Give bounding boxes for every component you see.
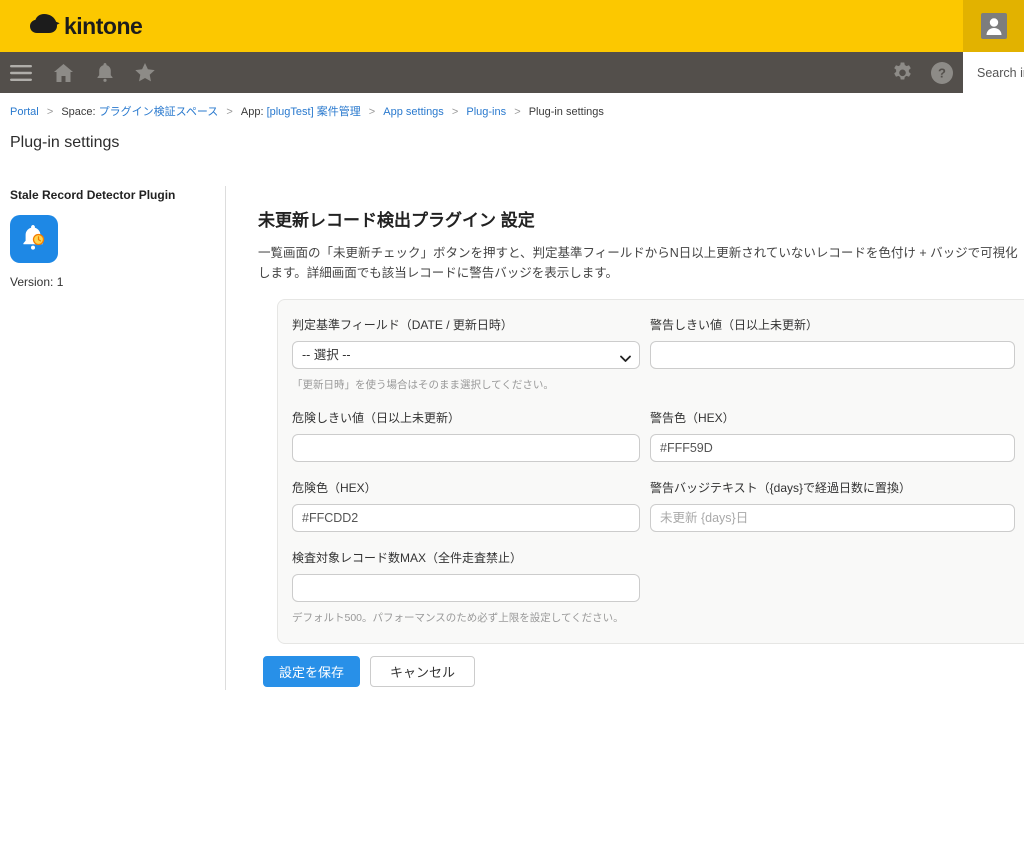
breadcrumb-space[interactable]: プラグイン検証スペース: [99, 106, 219, 118]
danger-color-label: 危険色（HEX）: [292, 479, 640, 496]
cancel-button[interactable]: キャンセル: [370, 656, 475, 687]
plugin-sidebar: Stale Record Detector Plugin Version: 1: [10, 188, 216, 289]
hamburger-menu-icon[interactable]: [8, 52, 34, 93]
plugin-name: Stale Record Detector Plugin: [10, 188, 216, 202]
breadcrumb-plugins[interactable]: Plug-ins: [466, 106, 506, 118]
plugin-settings-heading: 未更新レコード検出プラグイン 設定: [258, 206, 1024, 231]
kintone-logo[interactable]: kintone: [30, 11, 142, 42]
breadcrumb-portal[interactable]: Portal: [10, 106, 39, 118]
save-button[interactable]: 設定を保存: [263, 656, 360, 687]
form-actions: 設定を保存 キャンセル: [263, 656, 1024, 687]
judge-field-hint: 「更新日時」を使う場合はそのまま選択してください。: [292, 377, 640, 392]
plugin-settings-description: 一覧画面の「未更新チェック」ボタンを押すと、判定基準フィールドからN日以上更新さ…: [258, 243, 1024, 283]
help-icon[interactable]: ?: [929, 52, 955, 93]
max-records-input[interactable]: [292, 574, 640, 602]
favorites-star-icon[interactable]: [132, 52, 158, 93]
plugin-version: Version: 1: [10, 275, 216, 289]
search-input[interactable]: Search in: [963, 52, 1024, 93]
breadcrumb-app-settings[interactable]: App settings: [383, 106, 444, 118]
breadcrumb-separator: >: [47, 106, 53, 118]
plugin-settings-main: 未更新レコード検出プラグイン 設定 一覧画面の「未更新チェック」ボタンを押すと、…: [258, 206, 1024, 687]
kintone-wordmark: kintone: [64, 13, 142, 40]
max-records-hint: デフォルト500。パフォーマンスのため必ず上限を設定してください。: [292, 610, 640, 625]
breadcrumb-separator: >: [452, 106, 458, 118]
breadcrumb-separator: >: [226, 106, 232, 118]
field-danger-threshold: 危険しきい値（日以上未更新）: [292, 409, 640, 462]
field-badge-text: 警告バッジテキスト（{days}で経過日数に置換）: [650, 479, 1015, 532]
breadcrumb: Portal > Space: プラグイン検証スペース > App: [plug…: [10, 103, 604, 119]
plugin-bell-clock-icon: [10, 215, 58, 263]
warn-threshold-label: 警告しきい値（日以上未更新）: [650, 316, 1015, 333]
settings-gear-icon[interactable]: [889, 52, 915, 93]
breadcrumb-app-prefix: App:: [241, 106, 267, 118]
field-warn-threshold: 警告しきい値（日以上未更新）: [650, 316, 1015, 369]
warn-color-input[interactable]: [650, 434, 1015, 462]
sidebar-divider: [225, 186, 226, 690]
user-avatar-icon[interactable]: [981, 13, 1007, 39]
judge-field-select[interactable]: -- 選択 --: [292, 341, 640, 369]
breadcrumb-separator: >: [514, 106, 520, 118]
judge-field-label: 判定基準フィールド（DATE / 更新日時）: [292, 316, 640, 333]
account-menu[interactable]: [963, 0, 1024, 52]
danger-threshold-label: 危険しきい値（日以上未更新）: [292, 409, 640, 426]
global-nav-bar: ? Search in: [0, 52, 1024, 93]
danger-threshold-input[interactable]: [292, 434, 640, 462]
notifications-bell-icon[interactable]: [92, 52, 118, 93]
breadcrumb-current: Plug-in settings: [529, 106, 604, 118]
badge-text-label: 警告バッジテキスト（{days}で経過日数に置換）: [650, 479, 1015, 496]
warn-threshold-input[interactable]: [650, 341, 1015, 369]
danger-color-input[interactable]: [292, 504, 640, 532]
top-bar: kintone: [0, 0, 1024, 52]
breadcrumb-separator: >: [369, 106, 375, 118]
field-warn-color: 警告色（HEX）: [650, 409, 1015, 462]
warn-color-label: 警告色（HEX）: [650, 409, 1015, 426]
kintone-cloud-icon: [30, 11, 60, 42]
field-max-records: 検査対象レコード数MAX（全件走査禁止） デフォルト500。パフォーマンスのため…: [292, 549, 640, 625]
page-title: Plug-in settings: [10, 134, 119, 152]
breadcrumb-app[interactable]: [plugTest] 案件管理: [267, 106, 361, 118]
field-judge-field: 判定基準フィールド（DATE / 更新日時） -- 選択 -- 「更新日時」を使…: [292, 316, 640, 392]
max-records-label: 検査対象レコード数MAX（全件走査禁止）: [292, 549, 640, 566]
settings-form-panel: 判定基準フィールド（DATE / 更新日時） -- 選択 -- 「更新日時」を使…: [277, 299, 1024, 644]
breadcrumb-space-prefix: Space:: [61, 106, 98, 118]
badge-text-input[interactable]: [650, 504, 1015, 532]
svg-text:?: ?: [938, 65, 946, 80]
home-icon[interactable]: [50, 52, 76, 93]
field-danger-color: 危険色（HEX）: [292, 479, 640, 532]
